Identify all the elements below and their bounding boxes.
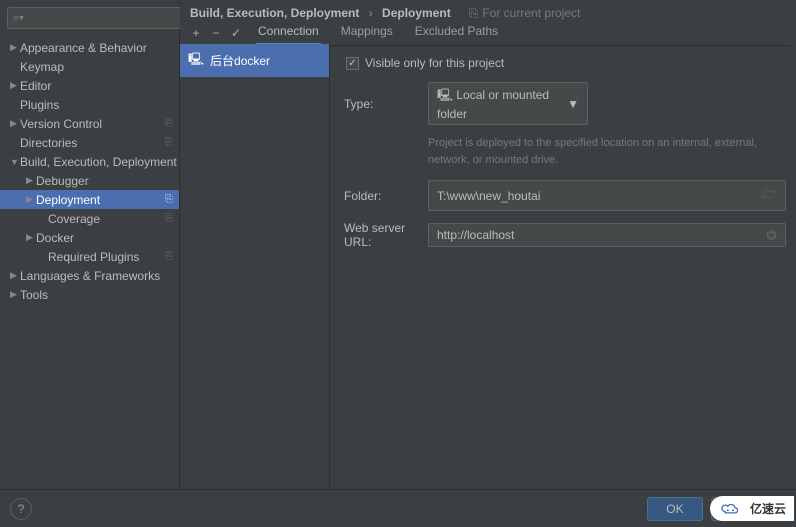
server-list-item[interactable]: 🖳 后台docker (180, 44, 329, 77)
chevron-right-icon: ▶ (10, 80, 20, 91)
sidebar-item-build[interactable]: ▼Build, Execution, Deployment (0, 152, 179, 171)
sidebar-item-directories[interactable]: Directories ⎘ (0, 133, 179, 152)
help-button[interactable]: ? (10, 498, 32, 520)
toolbar: + − ✓ Connection Mappings Excluded Paths (180, 22, 796, 44)
breadcrumb-segment[interactable]: Deployment (382, 6, 451, 20)
sidebar-item-label: Deployment (36, 193, 100, 207)
visible-only-row[interactable]: ✓ Visible only for this project (344, 56, 786, 70)
project-badge-icon: ⎘ (165, 251, 173, 262)
type-value: Local or mounted folder (437, 88, 549, 121)
cloud-icon (720, 501, 746, 517)
breadcrumb: Build, Execution, Deployment › Deploymen… (190, 6, 451, 20)
sidebar-item-languages[interactable]: ▶Languages & Frameworks (0, 266, 179, 285)
sidebar-item-coverage[interactable]: Coverage ⎘ (0, 209, 179, 228)
settings-tree: ▶Appearance & Behavior Keymap ▶Editor Pl… (0, 36, 179, 489)
project-badge-icon: ⎘ (469, 6, 479, 20)
server-list: 🖳 后台docker (180, 44, 330, 489)
sidebar-item-label: Plugins (20, 98, 59, 112)
chevron-right-icon: ▶ (26, 194, 36, 205)
server-icon: 🖳 (188, 50, 204, 71)
folder-label: Folder: (344, 189, 428, 203)
sidebar-item-label: Editor (20, 79, 51, 93)
project-badge-icon: ⎘ (165, 137, 173, 148)
chevron-down-icon: ▼ (10, 157, 20, 167)
sidebar-item-label: Keymap (20, 60, 64, 74)
sidebar-item-label: Build, Execution, Deployment (20, 155, 177, 169)
project-badge-icon: ⎘ (165, 118, 173, 129)
ok-button[interactable]: OK (647, 497, 702, 521)
url-input[interactable]: http://localhost ⏣ (428, 223, 786, 247)
sidebar-item-label: Tools (20, 288, 48, 302)
project-badge-icon: ⎘ (165, 194, 173, 205)
watermark-text: 亿速云 (750, 500, 786, 517)
browse-icon[interactable]: 🗁 (762, 185, 777, 206)
tab-bar: Connection Mappings Excluded Paths (246, 21, 790, 46)
visible-only-label: Visible only for this project (365, 56, 504, 70)
sidebar-item-debugger[interactable]: ▶Debugger (0, 171, 179, 190)
check-button[interactable]: ✓ (226, 23, 246, 43)
main-panel: Build, Execution, Deployment › Deploymen… (180, 0, 796, 489)
search-box: ⌕▾ (7, 7, 172, 29)
open-browser-icon[interactable]: ⏣ (767, 228, 777, 242)
sidebar-item-required-plugins[interactable]: Required Plugins ⎘ (0, 247, 179, 266)
chevron-right-icon: ▶ (10, 118, 20, 129)
url-value: http://localhost (437, 228, 514, 242)
sidebar-item-label: Debugger (36, 174, 89, 188)
folder-value: T:\www\new_houtai (437, 189, 540, 203)
scope-hint: ⎘For current project (469, 6, 581, 21)
tab-excluded-paths[interactable]: Excluded Paths (413, 21, 500, 45)
search-input[interactable] (7, 7, 189, 29)
sidebar-item-label: Docker (36, 231, 74, 245)
sidebar-item-label: Required Plugins (48, 250, 139, 264)
sidebar-item-plugins[interactable]: Plugins (0, 95, 179, 114)
type-dropdown[interactable]: 🖳 Local or mounted folder ▼ (428, 82, 588, 125)
folder-input[interactable]: T:\www\new_houtai 🗁 (428, 180, 786, 211)
chevron-down-icon: ▼ (567, 97, 579, 111)
header: Build, Execution, Deployment › Deploymen… (180, 0, 796, 22)
chevron-right-icon: ▶ (10, 270, 20, 281)
watermark: 亿速云 (710, 496, 794, 521)
breadcrumb-segment[interactable]: Build, Execution, Deployment (190, 6, 359, 20)
server-label: 后台docker (210, 52, 270, 69)
type-label: Type: (344, 97, 428, 111)
tab-mappings[interactable]: Mappings (339, 21, 395, 45)
folder-icon: 🖳 (437, 88, 453, 102)
sidebar-item-label: Coverage (48, 212, 100, 226)
sidebar-item-tools[interactable]: ▶Tools (0, 285, 179, 304)
connection-form: ✓ Visible only for this project Type: 🖳 … (330, 44, 796, 489)
sidebar-item-keymap[interactable]: Keymap (0, 57, 179, 76)
sidebar-item-docker[interactable]: ▶Docker (0, 228, 179, 247)
sidebar-item-version-control[interactable]: ▶Version Control ⎘ (0, 114, 179, 133)
chevron-right-icon: › (369, 6, 373, 20)
add-button[interactable]: + (186, 23, 206, 43)
type-hint: Project is deployed to the specified loc… (428, 135, 786, 168)
sidebar-item-label: Directories (20, 136, 77, 150)
tab-connection[interactable]: Connection (256, 21, 321, 45)
sidebar-item-label: Appearance & Behavior (20, 41, 147, 55)
chevron-right-icon: ▶ (10, 289, 20, 300)
sidebar-item-editor[interactable]: ▶Editor (0, 76, 179, 95)
sidebar-item-deployment[interactable]: ▶Deployment ⎘ (0, 190, 179, 209)
settings-sidebar: ⌕▾ ▶Appearance & Behavior Keymap ▶Editor… (0, 0, 180, 489)
sidebar-item-label: Version Control (20, 117, 102, 131)
url-label: Web server URL: (344, 221, 428, 249)
sidebar-item-label: Languages & Frameworks (20, 269, 160, 283)
chevron-right-icon: ▶ (26, 232, 36, 243)
project-badge-icon: ⎘ (165, 213, 173, 224)
footer: ? OK Cancel (0, 489, 796, 527)
chevron-right-icon: ▶ (26, 175, 36, 186)
remove-button[interactable]: − (206, 23, 226, 43)
sidebar-item-appearance[interactable]: ▶Appearance & Behavior (0, 38, 179, 57)
visible-only-checkbox[interactable]: ✓ (346, 57, 359, 70)
chevron-right-icon: ▶ (10, 42, 20, 53)
search-icon: ⌕▾ (13, 12, 24, 25)
